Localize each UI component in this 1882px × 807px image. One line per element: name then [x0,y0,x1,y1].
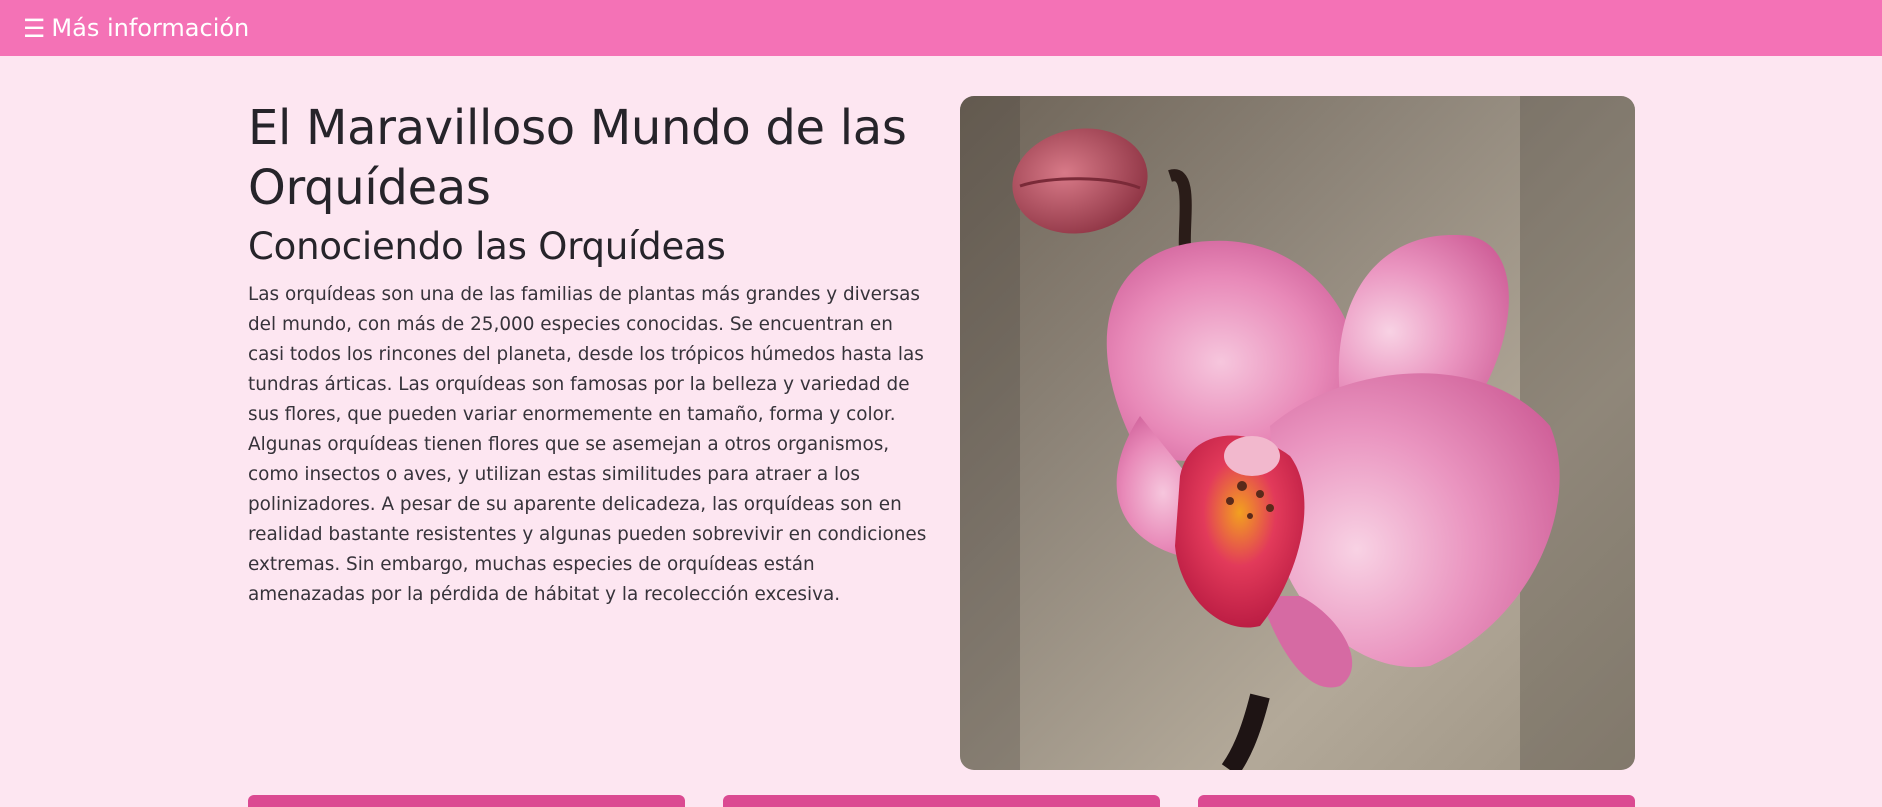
top-navbar: ☰ Más información [0,0,1882,56]
menu-label: Más información [51,14,250,42]
intro-text-column: El Maravilloso Mundo de las Orquídeas Co… [248,96,928,776]
intro-paragraph: Las orquídeas son una de las familias de… [248,284,927,605]
feature-cards-row [248,795,1635,807]
page-title: El Maravilloso Mundo de las Orquídeas [248,100,907,216]
feature-card[interactable] [723,795,1160,807]
feature-card[interactable] [248,795,685,807]
hamburger-menu-icon: ☰ [23,13,46,43]
orchid-photo-icon [960,96,1635,770]
main-content: El Maravilloso Mundo de las Orquídeas Co… [248,96,1635,776]
orchid-image [960,96,1635,770]
feature-card[interactable] [1198,795,1635,807]
more-info-menu-button[interactable]: ☰ Más información [23,14,249,42]
section-title: Conociendo las Orquídeas [248,225,726,268]
